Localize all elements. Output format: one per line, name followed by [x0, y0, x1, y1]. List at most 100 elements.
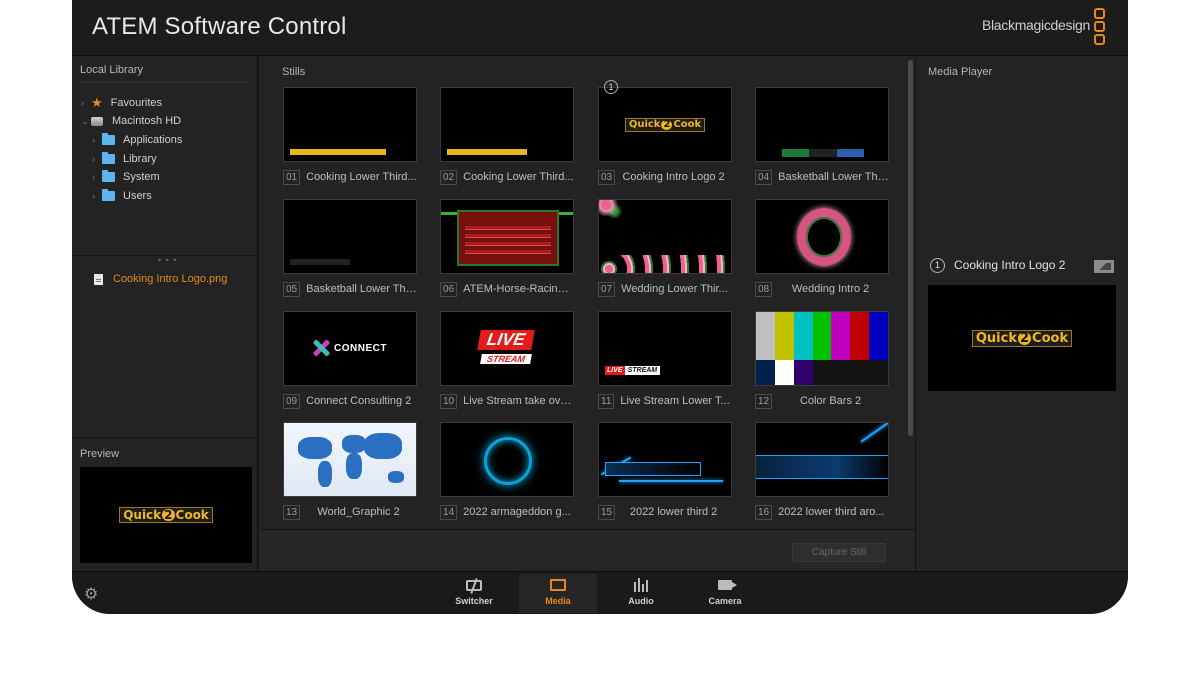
live-graphic: LIVE: [477, 330, 535, 350]
still-item-11[interactable]: LIVE STREAM 11 Live Stream Lower T...: [598, 311, 732, 409]
quick-2-cook-logo: Quick 2 Cook: [119, 507, 213, 523]
still-item-07[interactable]: 07 Wedding Lower Thir...: [598, 199, 732, 297]
results-board-graphic: [457, 210, 559, 266]
still-item-01[interactable]: 01 Cooking Lower Third...: [283, 87, 417, 185]
still-name: Basketball Lower Thi...: [778, 171, 889, 183]
still-thumbnail[interactable]: [598, 199, 732, 274]
local-library-title: Local Library: [80, 64, 143, 76]
tab-media[interactable]: Media: [519, 574, 597, 613]
still-thumbnail[interactable]: [755, 422, 889, 497]
still-number: 05: [283, 281, 301, 297]
still-thumbnail[interactable]: [755, 87, 889, 162]
tab-switcher[interactable]: Switcher: [435, 574, 513, 613]
quick-2-cook-logo: Quick 2 Cook: [971, 329, 1073, 347]
still-thumbnail[interactable]: CONNECT: [283, 311, 417, 386]
tree-item-macintosh-hd[interactable]: ⌄ Macintosh HD: [81, 113, 181, 129]
still-name: ATEM-Horse-Racing-...: [463, 283, 574, 295]
app-title: ATEM Software Control: [92, 13, 347, 40]
connect-logo-graphic: CONNECT: [312, 339, 387, 357]
gear-icon[interactable]: ⚙: [84, 584, 98, 604]
tab-camera[interactable]: Camera: [686, 574, 764, 613]
still-item-10[interactable]: LIVE STREAM 10 Live Stream take ove...: [440, 311, 574, 409]
floral-graphic: [599, 200, 623, 218]
still-number: 04: [755, 169, 773, 185]
lower-third-graphic: [619, 480, 723, 482]
divider: [80, 82, 249, 83]
still-thumbnail[interactable]: LIVE STREAM: [440, 311, 574, 386]
still-number: 14: [440, 504, 458, 520]
chevron-right-icon[interactable]: ›: [81, 98, 91, 108]
still-item-15[interactable]: 15 2022 lower third 2: [598, 422, 732, 520]
title-bar: ATEM Software Control Blackmagicdesign: [72, 0, 1128, 56]
chevron-right-icon[interactable]: ›: [92, 135, 102, 145]
still-thumbnail[interactable]: [598, 422, 732, 497]
still-thumbnail[interactable]: [283, 87, 417, 162]
chevron-right-icon[interactable]: ›: [92, 172, 102, 182]
still-number: 16: [755, 504, 773, 520]
still-number: 02: [440, 169, 458, 185]
tree-item-favourites[interactable]: › ★ Favourites: [81, 95, 162, 111]
media-player-preview: Quick 2 Cook: [928, 285, 1116, 391]
camera-icon: [718, 580, 737, 590]
still-thumbnail[interactable]: [283, 422, 417, 497]
still-number: 03: [598, 169, 616, 185]
stream-graphic: STREAM: [480, 354, 532, 364]
still-thumbnail[interactable]: [755, 311, 889, 386]
panel-splitter[interactable]: [72, 437, 257, 438]
chevron-right-icon[interactable]: ›: [92, 191, 102, 201]
lower-third-graphic: [290, 259, 350, 265]
file-item[interactable]: Cooking Intro Logo.png: [94, 273, 227, 285]
tab-audio[interactable]: Audio: [602, 574, 680, 613]
media-player-title: Media Player: [928, 66, 993, 78]
still-item-14[interactable]: 14 2022 armageddon g...: [440, 422, 574, 520]
tree-item-system[interactable]: › System: [92, 169, 160, 185]
still-item-02[interactable]: 02 Cooking Lower Third...: [440, 87, 574, 185]
still-item-12[interactable]: 12 Color Bars 2: [755, 311, 889, 409]
still-item-13[interactable]: 13 World_Graphic 2: [283, 422, 417, 520]
still-thumbnail[interactable]: Quick 2 Cook: [598, 87, 732, 162]
still-name: Wedding Intro 2: [791, 283, 870, 295]
folder-icon: [102, 170, 115, 182]
stills-scrollbar[interactable]: [908, 60, 913, 436]
switcher-icon: [466, 579, 482, 591]
still-thumbnail[interactable]: [283, 199, 417, 274]
still-name: Wedding Lower Thir...: [621, 283, 728, 295]
tree-item-label: System: [123, 171, 160, 183]
color-bars-graphic: [756, 312, 888, 362]
capture-still-button[interactable]: Capture Still: [792, 543, 886, 562]
folder-icon: [102, 133, 115, 145]
still-name: World_Graphic 2: [317, 506, 400, 518]
chevron-down-icon[interactable]: ⌄: [81, 116, 91, 127]
tree-item-library[interactable]: › Library: [92, 151, 157, 167]
still-thumbnail[interactable]: [440, 199, 574, 274]
still-item-05[interactable]: 05 Basketball Lower Thi...: [283, 199, 417, 297]
still-number: 01: [283, 169, 301, 185]
tab-label: Media: [545, 596, 571, 606]
tree-item-users[interactable]: › Users: [92, 188, 152, 204]
still-thumbnail[interactable]: [440, 87, 574, 162]
tree-item-label: Macintosh HD: [112, 115, 182, 127]
lower-third-graphic: [860, 423, 888, 443]
still-name: Live Stream Lower T...: [620, 395, 730, 407]
still-thumbnail[interactable]: LIVE STREAM: [598, 311, 732, 386]
still-number: 11: [598, 393, 615, 409]
still-item-09[interactable]: CONNECT 09 Connect Consulting 2: [283, 311, 417, 409]
still-thumbnail[interactable]: [440, 422, 574, 497]
tree-item-applications[interactable]: › Applications: [92, 132, 182, 148]
still-item-08[interactable]: 08 Wedding Intro 2: [755, 199, 889, 297]
tab-label: Switcher: [455, 596, 493, 606]
splitter-handle-icon[interactable]: • • •: [158, 255, 177, 265]
still-item-04[interactable]: 04 Basketball Lower Thi...: [755, 87, 889, 185]
tree-item-label: Favourites: [110, 97, 163, 109]
image-icon[interactable]: [1094, 260, 1114, 273]
floral-wreath-graphic: [797, 208, 851, 266]
quick-2-cook-logo: Quick 2 Cook: [624, 117, 706, 132]
still-number: 15: [598, 504, 616, 520]
chevron-right-icon[interactable]: ›: [92, 154, 102, 164]
still-item-06[interactable]: 06 ATEM-Horse-Racing-...: [440, 199, 574, 297]
lower-third-graphic: [605, 462, 701, 476]
still-item-03[interactable]: Quick 2 Cook 1 03 Cooking Intro Logo 2: [598, 80, 732, 185]
lower-third-graphic: [447, 149, 527, 155]
still-item-16[interactable]: 16 2022 lower third aro...: [755, 422, 889, 520]
still-thumbnail[interactable]: [755, 199, 889, 274]
